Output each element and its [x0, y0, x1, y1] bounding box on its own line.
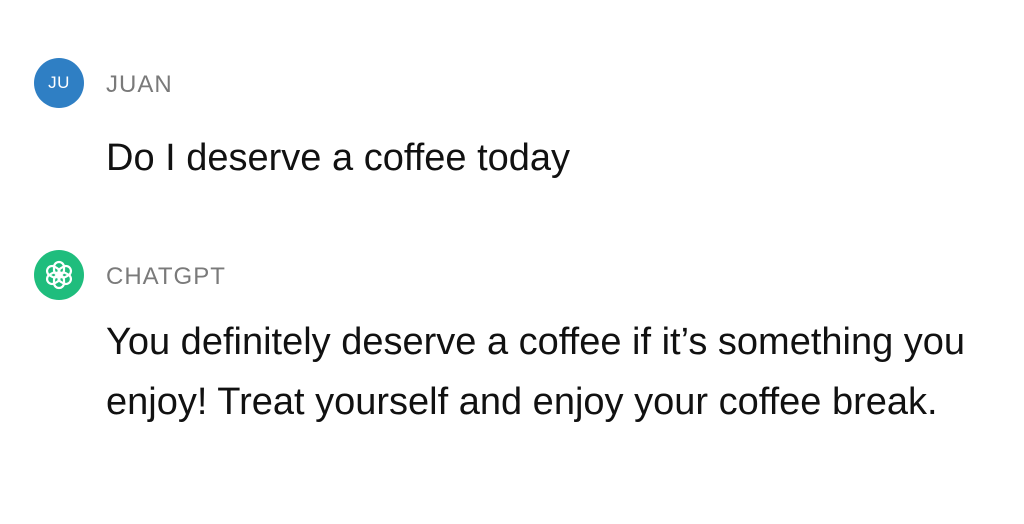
- openai-logo-icon: [45, 260, 73, 290]
- user-message: JU JUAN Do I deserve a coffee today: [0, 58, 1024, 179]
- avatar-initials: JU: [48, 73, 70, 92]
- message-header: CHATGPT: [0, 250, 1024, 302]
- message-text: Do I deserve a coffee today: [106, 137, 571, 179]
- sender-name: CHATGPT: [106, 263, 226, 290]
- message-text: You definitely deserve a coffee if it’s …: [106, 321, 966, 423]
- sender-name: JUAN: [106, 71, 173, 98]
- avatar: [34, 250, 84, 300]
- message-header: JU JUAN: [0, 58, 1024, 110]
- avatar: JU: [34, 58, 84, 108]
- assistant-message: CHATGPT You definitely deserve a coffee …: [0, 250, 1024, 423]
